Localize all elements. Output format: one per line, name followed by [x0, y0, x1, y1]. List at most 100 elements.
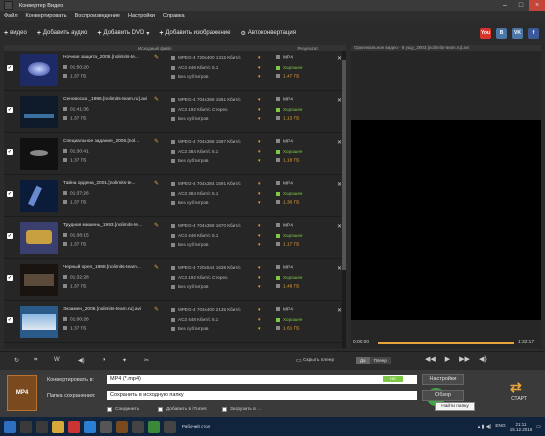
edit-pencil-icon[interactable]: ✎ [154, 96, 159, 103]
chevron-down-icon[interactable]: ▾ [258, 55, 261, 61]
chevron-down-icon[interactable]: ▾ [258, 317, 261, 323]
edit-pencil-icon[interactable]: ✎ [154, 180, 159, 187]
play-icon[interactable]: ▶ [445, 355, 450, 363]
chevron-down-icon[interactable]: ▾ [258, 233, 261, 239]
add-dvd-button[interactable]: + Добавить DVD ▾ [97, 30, 149, 37]
itunes-checkbox[interactable]: Добавить в iTunes [158, 407, 207, 412]
hide-player-label[interactable]: Скрыть плеер [303, 358, 334, 363]
task-view-icon[interactable] [36, 420, 48, 433]
file-thumbnail[interactable] [20, 264, 58, 296]
app3-icon[interactable] [164, 420, 176, 433]
app2-icon[interactable] [148, 420, 160, 433]
chevron-down-icon[interactable]: ▾ [258, 275, 261, 281]
chevron-down-icon[interactable]: ▾ [258, 74, 261, 80]
upload-checkbox[interactable]: Загрузить в ... [222, 407, 261, 412]
chevron-down-icon[interactable]: ▾ [258, 191, 261, 197]
chevron-down-icon[interactable]: ▾ [258, 326, 261, 332]
format-icon[interactable]: MP4 [7, 375, 37, 411]
format-select[interactable]: MP4 (*.mp4) [107, 375, 417, 384]
add-video-button[interactable]: + видео [4, 30, 27, 37]
file-checkbox[interactable]: ✓ [7, 275, 13, 281]
file-thumbnail[interactable] [20, 306, 58, 338]
windows-start-icon[interactable] [4, 420, 16, 433]
chevron-down-icon[interactable]: ▾ [258, 149, 261, 155]
file-checkbox[interactable]: ✓ [7, 317, 13, 323]
save-folder-select[interactable]: Сохранить в исходную папку [107, 391, 417, 400]
chevron-down-icon[interactable]: ▾ [258, 200, 261, 206]
chevron-down-icon[interactable]: ▾ [258, 139, 261, 145]
tray-icons[interactable]: ▴ ▮ ◀) [478, 424, 492, 430]
file-row[interactable]: ✓ Трудная мишень_1993.[nolimits-te... 01… [4, 219, 346, 259]
converter-taskbar-icon[interactable] [116, 420, 128, 433]
toggle-on[interactable]: Да [356, 357, 370, 364]
facebook-icon[interactable]: f [528, 27, 539, 39]
start-button[interactable]: ⇄ СТАРТ [505, 380, 533, 410]
maximize-button[interactable]: □ [513, 0, 529, 11]
autoconvert-button[interactable]: ⚙ Автоконвертация [240, 30, 296, 37]
chevron-down-icon[interactable]: ▾ [258, 242, 261, 248]
file-thumbnail[interactable] [20, 138, 58, 170]
file-thumbnail[interactable] [20, 180, 58, 212]
file-checkbox[interactable]: ✓ [7, 65, 13, 71]
volume-icon[interactable]: ◀) [78, 357, 85, 364]
chevron-down-icon[interactable]: ▾ [258, 97, 261, 103]
output-quality[interactable]: Хорошее [276, 275, 302, 280]
add-audio-button[interactable]: + Добавить аудио [37, 30, 88, 37]
edit-pencil-icon[interactable]: ✎ [154, 264, 159, 271]
chevron-down-icon[interactable]: ▾ [258, 307, 261, 313]
chevron-down-icon[interactable]: ▾ [258, 116, 261, 122]
youtube-icon[interactable]: You [480, 27, 491, 39]
menu-playback[interactable]: Воспроизведение [75, 13, 120, 19]
output-quality[interactable]: Хорошее [276, 149, 302, 154]
add-image-button[interactable]: + Добавить изображение [159, 30, 230, 37]
app-taskbar-icon[interactable] [100, 420, 112, 433]
forward-icon[interactable]: ▶▶ [459, 355, 470, 363]
desktop-label[interactable]: Рабочий стол [182, 424, 210, 429]
language-indicator[interactable]: ENG [495, 424, 505, 429]
edit-pencil-icon[interactable]: ✎ [154, 54, 159, 61]
file-checkbox[interactable]: ✓ [7, 191, 13, 197]
effects-icon[interactable]: ◑ [102, 357, 106, 363]
edit-pencil-icon[interactable]: ✎ [154, 222, 159, 229]
seek-bar[interactable] [378, 342, 514, 344]
watermark-icon[interactable]: W [54, 357, 60, 363]
output-quality[interactable]: Хорошее [276, 65, 302, 70]
player-toggle[interactable]: Да Плеер [356, 357, 391, 364]
menu-help[interactable]: Справка [163, 13, 185, 19]
menu-file[interactable]: Файл [4, 13, 18, 19]
notification-icon[interactable]: ▭ [536, 424, 541, 430]
hide-player-icon[interactable]: ▭ [296, 357, 302, 364]
chevron-down-icon[interactable]: ▾ [258, 181, 261, 187]
clock[interactable]: 21:11 15.12.2016 [510, 422, 533, 432]
chevron-down-icon[interactable]: ▾ [258, 284, 261, 290]
explorer-icon[interactable] [52, 420, 64, 433]
file-row[interactable]: ✓ Специальное задание_2006.[nol... 01:30… [4, 135, 346, 175]
vk-alt-icon[interactable]: VK [512, 27, 523, 39]
enhance-icon[interactable]: ✦ [122, 357, 127, 364]
file-thumbnail[interactable] [20, 222, 58, 254]
close-button[interactable]: × [529, 0, 545, 11]
minimize-button[interactable]: – [497, 0, 513, 11]
vk-icon[interactable]: B [496, 27, 507, 39]
video-preview[interactable] [351, 120, 541, 320]
file-checkbox[interactable]: ✓ [7, 149, 13, 155]
file-checkbox[interactable]: ✓ [7, 107, 13, 113]
file-thumbnail[interactable] [20, 96, 58, 128]
chevron-down-icon[interactable]: ▾ [258, 158, 261, 164]
merge-checkbox[interactable]: Соединить [107, 407, 139, 412]
browse-button[interactable]: Обзор [422, 390, 464, 401]
trim-icon[interactable]: ✂ [144, 357, 149, 364]
list-scrollbar-thumb[interactable] [342, 60, 346, 270]
edit-pencil-icon[interactable]: ✎ [154, 138, 159, 145]
output-quality[interactable]: Хорошее [276, 233, 302, 238]
file-row[interactable]: ✓ Экзамен_2006.[nolimits-team.ru].avi 01… [4, 303, 346, 343]
crop-icon[interactable]: ⌗ [34, 357, 37, 364]
browser-icon[interactable] [84, 420, 96, 433]
chevron-down-icon[interactable]: ▾ [258, 223, 261, 229]
edit-pencil-icon[interactable]: ✎ [154, 306, 159, 313]
file-row[interactable]: ✓ Черный орел_1988.[nolimits-team... 01:… [4, 261, 346, 301]
file-row[interactable]: ✓ Тайна ордена_2001.[nolimits-te... 01:3… [4, 177, 346, 217]
file-checkbox[interactable]: ✓ [7, 233, 13, 239]
media-icon[interactable] [132, 420, 144, 433]
settings-button[interactable]: Настройки [422, 374, 464, 385]
